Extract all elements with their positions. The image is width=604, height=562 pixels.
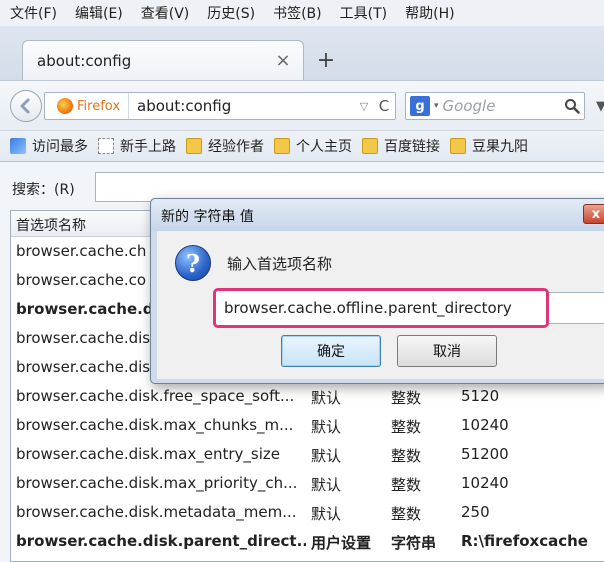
dialog-prompt: 输入首选项名称 (227, 255, 333, 273)
tab-about-config[interactable]: about:config × (22, 40, 304, 80)
ok-button[interactable]: 确定 (281, 335, 381, 367)
firefox-logo-icon (57, 98, 73, 114)
menu-item[interactable]: 编辑(E) (75, 3, 123, 23)
cell-name: browser.cache.disk.parent_direct... (16, 532, 306, 550)
bookmark-label: 个人主页 (296, 139, 352, 155)
bookmark-label: 百度链接 (384, 139, 440, 155)
cell-value: R:\firefoxcache (461, 532, 588, 550)
bookmark-item[interactable]: 新手上路 (98, 136, 176, 156)
dialog-body: ? 输入首选项名称 确定 取消 (157, 231, 604, 379)
cell-value: 51200 (461, 445, 509, 463)
search-icon[interactable] (560, 94, 584, 118)
back-arrow-icon (20, 98, 30, 114)
cancel-button[interactable]: 取消 (397, 335, 497, 367)
google-engine-icon[interactable]: g (410, 96, 430, 116)
cell-name: browser.cache.disk.metadata_mem... (16, 503, 297, 521)
question-icon: ? (175, 245, 211, 281)
input-field-extension (549, 292, 604, 324)
bookmark-label: 豆果九阳 (472, 139, 528, 155)
most-visited-icon (10, 138, 26, 154)
folder-icon (450, 138, 466, 154)
cell-name: browser.cache.disk.max_entry_size (16, 445, 280, 463)
menu-item[interactable]: 工具(T) (340, 3, 387, 23)
bookmark-item[interactable]: 豆果九阳 (450, 136, 528, 156)
site-identity-button[interactable]: Firefox (45, 93, 130, 119)
dialog-titlebar: 新的 字符串 值 x (151, 199, 604, 231)
new-string-dialog: 新的 字符串 值 x ? 输入首选项名称 确定 取消 (150, 198, 604, 384)
overflow-menu-icon[interactable]: ▼ (596, 99, 604, 114)
bookmark-label: 经验作者 (208, 139, 264, 155)
navigation-bar: Firefox about:config ▽ C g ▾ Google ▼ (0, 80, 604, 130)
cell-status: 用户设置 (311, 534, 372, 552)
url-bar[interactable]: Firefox about:config ▽ C (44, 92, 396, 120)
tab-strip: about:config × + (0, 26, 604, 80)
cell-status: 默认 (311, 389, 342, 407)
search-placeholder[interactable]: Google (443, 97, 560, 115)
cell-status: 默认 (311, 476, 342, 494)
cell-value: 10240 (461, 416, 509, 434)
table-row[interactable]: browser.cache.disk.metadata_mem... 默认 整数 25… (11, 498, 604, 527)
folder-icon (274, 138, 290, 154)
table-row[interactable]: browser.cache.disk.max_entry_size 默认 整数 512… (11, 440, 604, 469)
cell-status: 默认 (311, 447, 342, 465)
cell-name: browser.cache.disk.free_space_soft... (16, 387, 295, 405)
new-tab-button[interactable]: + (312, 46, 340, 74)
table-row[interactable]: browser.cache.disk.max_chunks_m... 默认 整数 10… (11, 411, 604, 440)
identity-label: Firefox (77, 98, 121, 114)
cell-status: 默认 (311, 418, 342, 436)
page-icon (98, 138, 114, 154)
cell-value: 10240 (461, 474, 509, 492)
cell-type: 整数 (391, 389, 422, 407)
tab-title: about:config (37, 51, 132, 70)
search-bar[interactable]: g ▾ Google (405, 92, 585, 120)
column-header-name[interactable]: 首选项名称 (16, 215, 86, 235)
back-button[interactable] (10, 90, 42, 122)
config-search-label: 搜索：(R) (12, 182, 75, 198)
table-row[interactable]: browser.cache.disk.free_space_soft... 默认 整… (11, 382, 604, 411)
menu-bar: 文件(F) 编辑(E) 查看(V) 历史(S) 书签(B) 工具(T) 帮助(H) (0, 0, 604, 26)
bookmark-item[interactable]: 个人主页 (274, 136, 352, 156)
cell-value: 5120 (461, 387, 500, 405)
cell-name: browser.cache.disk.max_chunks_m... (16, 416, 294, 434)
folder-icon (186, 138, 202, 154)
bookmark-label: 新手上路 (120, 139, 176, 155)
menu-item[interactable]: 书签(B) (273, 3, 322, 23)
cell-type: 字符串 (391, 534, 437, 552)
dialog-title: 新的 字符串 值 (161, 209, 254, 225)
menu-item[interactable]: 文件(F) (10, 3, 57, 23)
url-dropdown-icon[interactable]: ▽ (355, 100, 373, 113)
close-tab-icon[interactable]: × (271, 49, 295, 73)
highlight-frame (213, 288, 549, 328)
cell-type: 整数 (391, 476, 422, 494)
menu-item[interactable]: 帮助(H) (405, 3, 454, 23)
bookmark-item[interactable]: 经验作者 (186, 136, 264, 156)
bookmark-item[interactable]: 百度链接 (362, 136, 440, 156)
bookmark-label: 访问最多 (32, 139, 88, 155)
bookmark-item[interactable]: 访问最多 (10, 136, 88, 156)
engine-dropdown-icon[interactable]: ▾ (434, 101, 439, 111)
cell-value: 250 (461, 503, 490, 521)
table-row[interactable]: browser.cache.disk.max_priority_ch... 默认 整… (11, 469, 604, 498)
cell-status: 默认 (311, 505, 342, 523)
bookmarks-bar: 访问最多 新手上路 经验作者 个人主页 百度链接 豆果九阳 (0, 130, 604, 162)
menu-item[interactable]: 查看(V) (141, 3, 190, 23)
cell-name: browser.cache.disk.max_priority_ch... (16, 474, 298, 492)
cell-type: 整数 (391, 418, 422, 436)
dialog-close-icon[interactable]: x (583, 204, 604, 224)
reload-icon[interactable]: C (373, 97, 395, 115)
table-row[interactable]: browser.cache.disk.parent_direct... 用户设置 字… (11, 527, 604, 556)
preference-name-input[interactable] (224, 297, 540, 319)
folder-icon (362, 138, 378, 154)
cell-type: 整数 (391, 447, 422, 465)
menu-item[interactable]: 历史(S) (207, 3, 255, 23)
url-text[interactable]: about:config (129, 97, 355, 115)
cell-type: 整数 (391, 505, 422, 523)
